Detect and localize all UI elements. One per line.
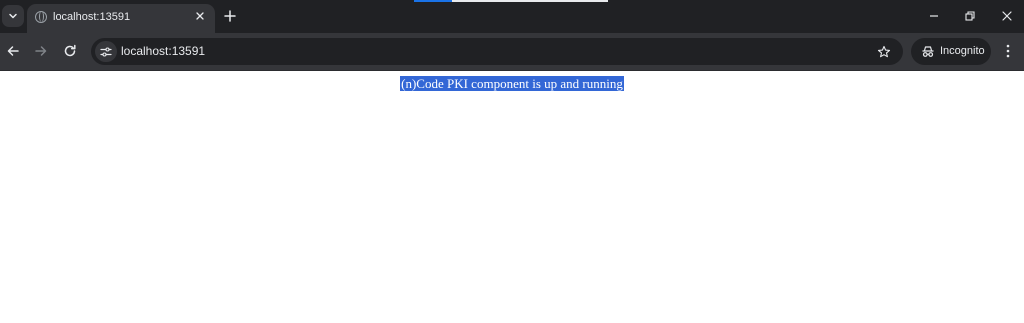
tab-search-button[interactable] — [2, 5, 24, 27]
bookmark-button[interactable] — [874, 42, 894, 62]
browser-menu-button[interactable] — [997, 40, 1019, 62]
incognito-icon — [922, 46, 934, 57]
restore-icon — [965, 11, 975, 21]
tab-active[interactable]: localhost:13591 — [27, 4, 215, 33]
url-text[interactable]: localhost:13591 — [121, 44, 205, 58]
tab-close-button[interactable] — [192, 8, 208, 24]
star-icon — [877, 45, 891, 58]
tune-icon — [100, 46, 112, 57]
tabstrip-accent — [414, 0, 608, 2]
chevron-down-icon — [9, 13, 17, 19]
site-info-button[interactable] — [95, 41, 117, 62]
restore-button[interactable] — [958, 5, 982, 27]
tab-title: localhost:13591 — [53, 11, 131, 23]
kebab-menu-icon — [1006, 44, 1010, 58]
incognito-indicator[interactable]: Incognito — [911, 38, 991, 65]
reload-button[interactable] — [58, 40, 82, 62]
close-icon — [196, 12, 204, 20]
plus-icon — [224, 10, 236, 22]
minimize-icon — [930, 15, 938, 17]
close-icon — [1002, 11, 1012, 21]
incognito-label: Incognito — [940, 45, 985, 57]
arrow-right-icon — [35, 46, 47, 56]
globe-icon — [35, 11, 47, 23]
status-message-text: (n)Code PKI component is up and running — [400, 76, 624, 91]
minimize-button[interactable] — [922, 5, 946, 27]
arrow-left-icon — [7, 46, 19, 56]
close-window-button[interactable] — [995, 5, 1019, 27]
reload-icon — [64, 44, 76, 57]
toolbar: localhost:13591 Incognito — [0, 33, 1024, 71]
back-button[interactable] — [1, 40, 25, 62]
tab-strip: localhost:13591 — [0, 0, 1024, 33]
new-tab-button[interactable] — [220, 6, 240, 26]
page-viewport: (n)Code PKI component is up and running — [0, 71, 1024, 323]
status-message: (n)Code PKI component is up and running — [0, 76, 1024, 92]
browser-window: localhost:13591 localhost:13591 Incognit… — [0, 0, 1024, 323]
address-bar[interactable]: localhost:13591 — [91, 38, 903, 65]
forward-button[interactable] — [29, 40, 53, 62]
